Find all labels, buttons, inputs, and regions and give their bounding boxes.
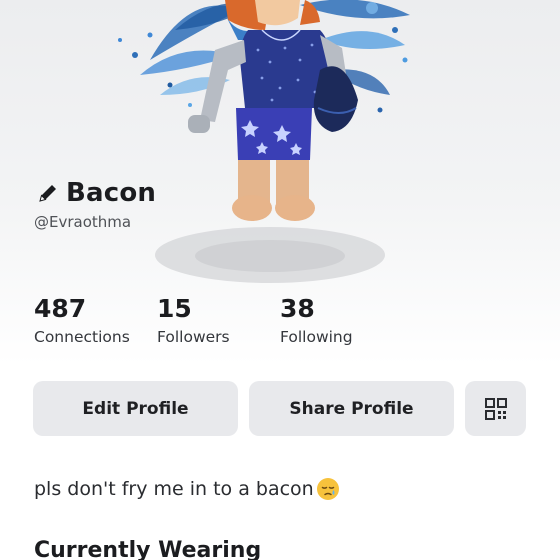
stat-value: 15 xyxy=(157,294,192,323)
pencil-icon[interactable] xyxy=(36,181,60,205)
stat-connections[interactable]: 487 Connections xyxy=(34,294,130,346)
avatar-shadow-inner xyxy=(195,240,345,272)
sad-relieved-face-emoji xyxy=(316,478,339,500)
stat-value: 487 xyxy=(34,294,87,323)
stat-label: Followers xyxy=(157,328,230,346)
stat-label: Following xyxy=(280,328,353,346)
bio-text: pls don't fry me in to a bacon xyxy=(34,478,314,500)
share-profile-button[interactable]: Share Profile xyxy=(249,381,454,436)
avatar-3d-view[interactable] xyxy=(0,0,560,300)
username: @Evraothma xyxy=(34,213,132,231)
stat-label: Connections xyxy=(34,328,130,346)
display-name-row[interactable]: Bacon xyxy=(36,178,156,208)
profile-bio: pls don't fry me in to a bacon xyxy=(34,477,340,501)
edit-profile-button[interactable]: Edit Profile xyxy=(33,381,238,436)
qr-code-icon xyxy=(484,397,507,420)
avatar-character xyxy=(188,0,358,221)
display-name: Bacon xyxy=(66,178,157,208)
stat-following[interactable]: 38 Following xyxy=(280,294,353,346)
stat-value: 38 xyxy=(280,294,315,323)
currently-wearing-heading: Currently Wearing xyxy=(34,538,262,560)
profile-header: Bacon @Evraothma 487 Connections 15 Foll… xyxy=(0,0,560,365)
stat-followers[interactable]: 15 Followers xyxy=(157,294,230,346)
qr-code-button[interactable] xyxy=(465,381,526,436)
